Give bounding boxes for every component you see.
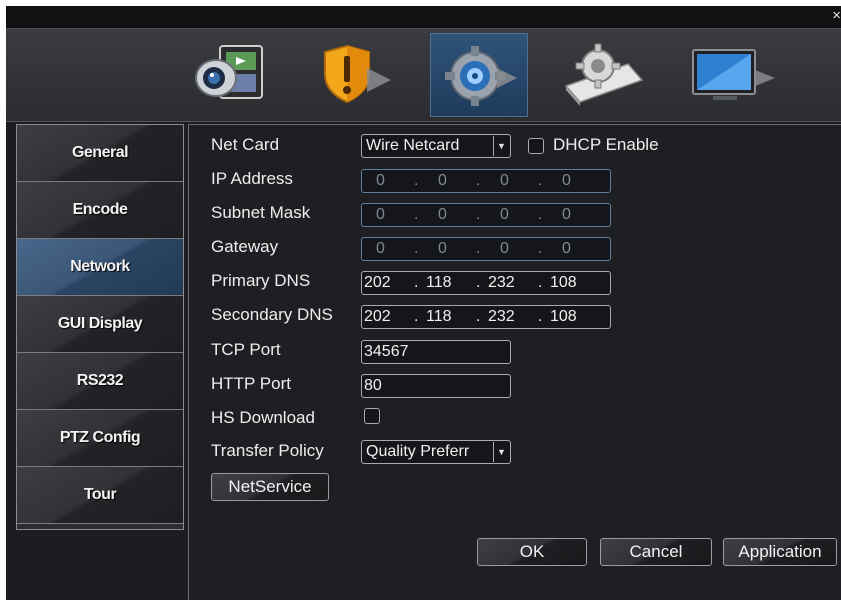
ip-octet: 0 — [500, 240, 509, 257]
tcp-port-input[interactable]: 34567 — [361, 340, 511, 364]
subnet-mask-label: Subnet Mask — [211, 203, 311, 222]
system-icon[interactable] — [430, 33, 528, 117]
network-config-window: × General Encode Network GUI Display RS2… — [6, 6, 841, 600]
record-icon[interactable] — [186, 33, 284, 117]
ip-octet: 0 — [500, 172, 509, 189]
net-card-label: Net Card — [211, 135, 280, 154]
ip-separator: . — [538, 308, 543, 325]
ip-separator: . — [476, 308, 481, 325]
ip-octet: 118 — [426, 308, 452, 325]
alarm-icon[interactable] — [308, 33, 406, 117]
http-port-input[interactable]: 80 — [361, 374, 511, 398]
ip-octet: 0 — [438, 206, 447, 223]
secondary-dns-field[interactable]: 202 . 118 . 232 . 108 — [361, 305, 611, 329]
tcp-port-label: TCP Port — [211, 340, 281, 359]
ip-octet: 0 — [376, 172, 385, 189]
chevron-down-icon: ▼ — [493, 442, 509, 462]
subnet-mask-field[interactable]: 0 . 0 . 0 . 0 — [361, 203, 611, 227]
ip-octet: 0 — [562, 240, 571, 257]
ip-octet: 0 — [562, 172, 571, 189]
transfer-policy-select[interactable]: Quality Preferr ▼ — [361, 440, 511, 464]
http-port-label: HTTP Port — [211, 374, 291, 393]
ip-octet: 202 — [364, 274, 391, 291]
ip-octet: 108 — [550, 308, 577, 325]
ip-separator: . — [538, 240, 543, 257]
ip-octet: 202 — [364, 308, 391, 325]
transfer-policy-label: Transfer Policy — [211, 441, 324, 460]
ip-octet: 0 — [376, 240, 385, 257]
ip-octet: 108 — [550, 274, 577, 291]
ip-separator: . — [538, 274, 543, 291]
ip-separator: . — [476, 206, 481, 223]
close-icon[interactable]: × — [832, 8, 841, 24]
ip-separator: . — [476, 172, 481, 189]
sidebar-item-rs232[interactable]: RS232 — [17, 353, 183, 410]
ip-address-field[interactable]: 0 . 0 . 0 . 0 — [361, 169, 611, 193]
cancel-button[interactable]: Cancel — [600, 538, 712, 566]
ip-separator: . — [538, 206, 543, 223]
ip-octet: 0 — [376, 206, 385, 223]
ip-address-label: IP Address — [211, 169, 293, 188]
hs-download-checkbox[interactable] — [364, 408, 380, 424]
network-settings-panel: Net Card Wire Netcard ▼ DHCP Enable IP A… — [188, 124, 841, 600]
info-icon[interactable] — [682, 33, 780, 117]
sidebar-item-tour[interactable]: Tour — [17, 467, 183, 524]
sidebar-item-gui-display[interactable]: GUI Display — [17, 296, 183, 353]
hs-download-label: HS Download — [211, 408, 315, 427]
netservice-button[interactable]: NetService — [211, 473, 329, 501]
sidebar-item-network[interactable]: Network — [17, 239, 183, 296]
ip-octet: 0 — [438, 240, 447, 257]
gateway-label: Gateway — [211, 237, 279, 256]
ip-octet: 0 — [438, 172, 447, 189]
title-bar: × — [6, 6, 841, 28]
ip-separator: . — [476, 240, 481, 257]
ip-separator: . — [414, 240, 419, 257]
ok-button[interactable]: OK — [477, 538, 587, 566]
ip-octet: 0 — [500, 206, 509, 223]
main-menu-toolbar — [6, 28, 841, 122]
ip-octet: 118 — [426, 274, 452, 291]
ip-separator: . — [414, 274, 419, 291]
net-card-select[interactable]: Wire Netcard ▼ — [361, 134, 511, 158]
ip-separator: . — [414, 206, 419, 223]
settings-sidebar: General Encode Network GUI Display RS232… — [16, 124, 184, 530]
chevron-down-icon: ▼ — [493, 136, 509, 156]
application-button[interactable]: Application — [723, 538, 837, 566]
ip-separator: . — [476, 274, 481, 291]
ip-octet: 232 — [488, 308, 515, 325]
ip-octet: 232 — [488, 274, 515, 291]
ip-separator: . — [538, 172, 543, 189]
ip-separator: . — [414, 308, 419, 325]
sidebar-item-ptz-config[interactable]: PTZ Config — [17, 410, 183, 467]
ip-octet: 0 — [562, 206, 571, 223]
transfer-policy-value: Quality Preferr — [366, 443, 470, 460]
ip-separator: . — [414, 172, 419, 189]
secondary-dns-label: Secondary DNS — [211, 305, 333, 324]
sidebar-item-encode[interactable]: Encode — [17, 182, 183, 239]
sidebar-item-general[interactable]: General — [17, 125, 183, 182]
gateway-field[interactable]: 0 . 0 . 0 . 0 — [361, 237, 611, 261]
dhcp-enable-checkbox[interactable] — [528, 138, 544, 154]
advanced-icon[interactable] — [554, 33, 652, 117]
primary-dns-field[interactable]: 202 . 118 . 232 . 108 — [361, 271, 611, 295]
net-card-value: Wire Netcard — [366, 137, 460, 154]
primary-dns-label: Primary DNS — [211, 271, 311, 290]
dhcp-enable-label: DHCP Enable — [553, 135, 659, 154]
